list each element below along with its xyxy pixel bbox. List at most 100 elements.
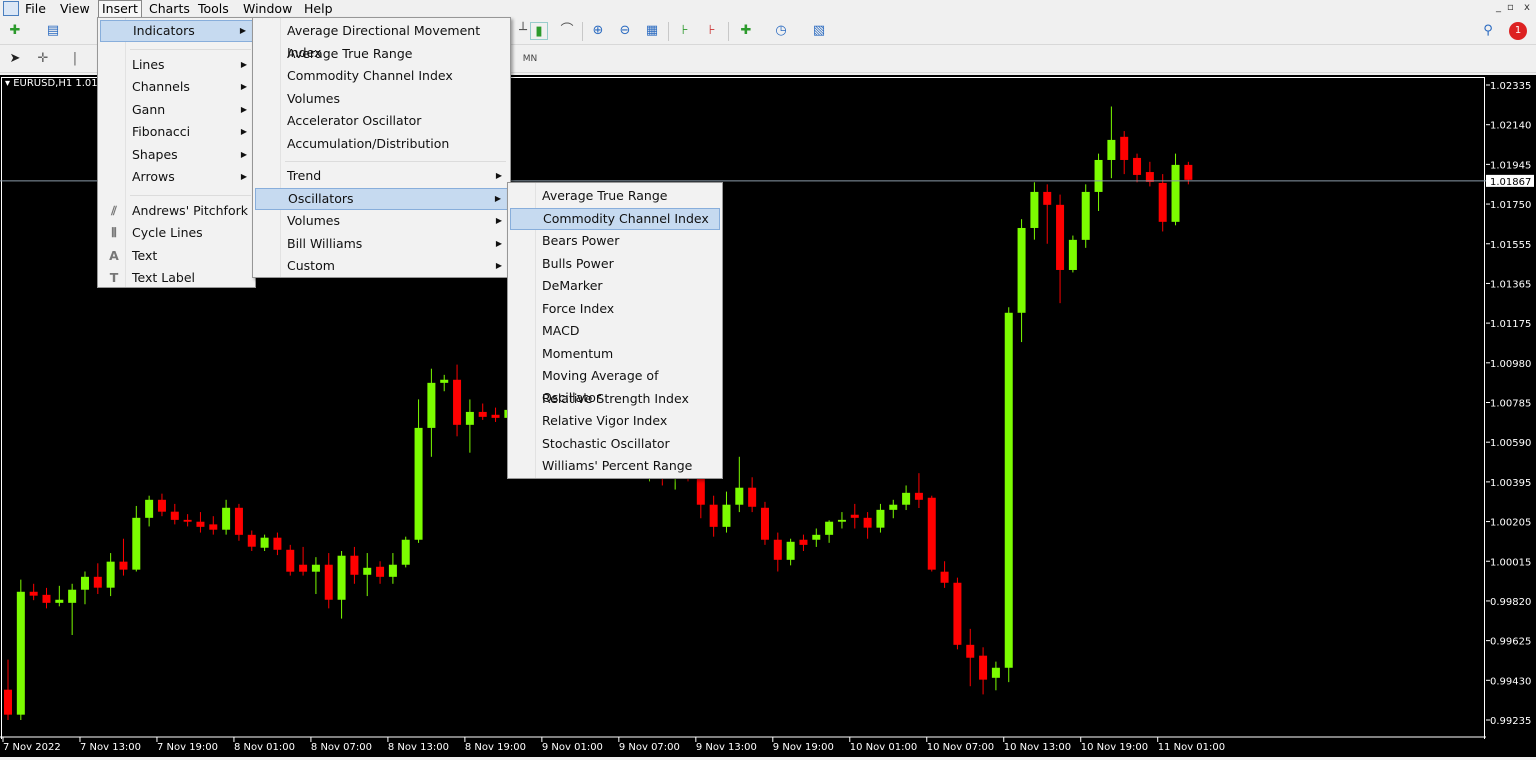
menu-item-relative-strength-index[interactable]: Relative Strength Index: [510, 388, 720, 410]
candle-body: [876, 509, 885, 528]
menu-item-indicators[interactable]: Indicators ▶: [100, 20, 253, 42]
menu-item-cycle-lines[interactable]: ⦀ Cycle Lines: [100, 222, 253, 244]
periods-icon[interactable]: ◷: [772, 22, 790, 40]
vertical-line-icon[interactable]: |: [66, 50, 84, 68]
templates-icon[interactable]: ▧: [810, 22, 828, 40]
y-tick-label: 1.01365: [1490, 279, 1531, 290]
menu-tools[interactable]: Tools: [195, 1, 232, 16]
candle-body: [748, 487, 757, 507]
tile-windows-icon[interactable]: ▦: [643, 22, 661, 40]
close-button[interactable]: x: [1524, 2, 1530, 13]
menu-item-label: Indicators: [133, 23, 195, 38]
menu-item-average-directional-movement-index[interactable]: Average Directional Movement Index: [255, 20, 508, 60]
menu-item-shapes[interactable]: Shapes ▶: [100, 144, 253, 166]
menu-item-macd[interactable]: MACD: [510, 320, 720, 342]
minimize-button[interactable]: _: [1496, 2, 1501, 13]
chart-shift-icon[interactable]: ⊦: [676, 22, 694, 40]
indicators-icon[interactable]: ✚: [737, 22, 755, 40]
menu-item-lines[interactable]: Lines ▶: [100, 54, 253, 76]
menu-item-force-index[interactable]: Force Index: [510, 298, 720, 320]
menu-item-bill-williams[interactable]: Bill Williams ▶: [255, 233, 508, 255]
menu-item-demarker[interactable]: DeMarker: [510, 275, 720, 297]
menu-item-label: Accumulation/Distribution: [287, 135, 450, 151]
candle-body: [953, 582, 962, 645]
menu-item-average-true-range[interactable]: Average True Range: [255, 43, 508, 65]
menu-item-custom[interactable]: Custom ▶: [255, 255, 508, 277]
menu-item-label: Oscillators: [288, 190, 354, 206]
menu-item-bears-power[interactable]: Bears Power: [510, 230, 720, 252]
menu-window[interactable]: Window: [240, 1, 295, 16]
chevron-right-icon: ▶: [239, 26, 246, 35]
candle-body: [55, 599, 64, 603]
menu-item-volumes[interactable]: Volumes ▶: [255, 210, 508, 232]
profiles-icon[interactable]: ▤: [44, 22, 62, 40]
menu-item-trend[interactable]: Trend ▶: [255, 165, 508, 187]
menu-item-bulls-power[interactable]: Bulls Power: [510, 253, 720, 275]
candle-body: [363, 567, 372, 575]
menu-file[interactable]: File: [22, 1, 49, 16]
search-icon[interactable]: ⚲: [1479, 22, 1497, 40]
menu-item-fibonacci[interactable]: Fibonacci ▶: [100, 121, 253, 143]
menu-item-williams-percent-range[interactable]: Williams' Percent Range: [510, 455, 720, 477]
menu-charts[interactable]: Charts: [146, 1, 193, 16]
zoom-out-icon[interactable]: ⊖: [616, 22, 634, 40]
candle-body: [157, 499, 166, 512]
new-chart-icon[interactable]: ✚: [6, 22, 24, 40]
menu-item-momentum[interactable]: Momentum: [510, 343, 720, 365]
menu-item-relative-vigor-index[interactable]: Relative Vigor Index: [510, 410, 720, 432]
autoscroll-icon[interactable]: ⊦: [703, 22, 721, 40]
menu-item-accumulation-distribution[interactable]: Accumulation/Distribution: [255, 133, 508, 155]
candlestick-icon[interactable]: ▮: [530, 22, 548, 40]
text-label-icon: T: [109, 270, 119, 285]
y-tick-label: 0.99820: [1490, 597, 1531, 608]
chart-title: ▾ EURUSD,H1 1.019: [5, 78, 105, 89]
line-chart-icon[interactable]: ⌒: [558, 22, 576, 40]
menu-separator: [285, 161, 506, 162]
menu-item-stochastic-oscillator[interactable]: Stochastic Oscillator: [510, 433, 720, 455]
menu-item-label: Williams' Percent Range: [542, 458, 693, 473]
menu-item-text[interactable]: A Text: [100, 245, 253, 267]
menu-item-channels[interactable]: Channels ▶: [100, 76, 253, 98]
candle-body: [260, 537, 269, 548]
menu-item-arrows[interactable]: Arrows ▶: [100, 166, 253, 188]
menu-item-gann[interactable]: Gann ▶: [100, 99, 253, 121]
candle-body: [68, 589, 77, 603]
candle-body: [170, 511, 179, 520]
candle-body: [735, 487, 744, 505]
candle-body: [273, 537, 282, 550]
menu-item-commodity-channel-index[interactable]: Commodity Channel Index: [255, 65, 508, 87]
menu-item-label: Commodity Channel Index: [543, 210, 709, 226]
zoom-in-icon[interactable]: ⊕: [589, 22, 607, 40]
crosshair-icon[interactable]: ✛: [34, 50, 52, 68]
y-tick-label: 1.01175: [1490, 319, 1531, 330]
menu-item-label: Text: [132, 247, 158, 263]
menu-help[interactable]: Help: [301, 1, 336, 16]
y-tick-label: 1.00980: [1490, 359, 1531, 370]
chevron-right-icon: ▶: [240, 127, 247, 136]
menu-item-label: Fibonacci: [132, 124, 191, 139]
menu-item-oscillators[interactable]: Oscillators ▶: [255, 187, 508, 210]
menu-item-moving-average-of-oscillator[interactable]: Moving Average of Oscillator: [510, 365, 720, 405]
menu-item-label: Force Index: [542, 300, 615, 316]
menu-item-volumes[interactable]: Volumes: [255, 88, 508, 110]
menu-item-average-true-range[interactable]: Average True Range: [510, 185, 720, 207]
candle-body: [299, 564, 308, 572]
menu-bar: File View Insert Charts Tools Window Hel…: [0, 0, 1536, 18]
candle-body: [940, 571, 949, 583]
restore-button[interactable]: ▫: [1507, 2, 1514, 13]
menu-view[interactable]: View: [57, 1, 93, 16]
menu-item-label: Shapes: [132, 146, 178, 162]
notification-badge[interactable]: 1: [1509, 22, 1527, 40]
menu-insert[interactable]: Insert: [98, 0, 142, 18]
menu-item-commodity-channel-index[interactable]: Commodity Channel Index: [510, 207, 720, 230]
menu-item-andrews-pitchfork[interactable]: ⫽ Andrews' Pitchfork: [100, 200, 253, 222]
menu-item-accelerator-oscillator[interactable]: Accelerator Oscillator: [255, 110, 508, 132]
candle-body: [812, 534, 821, 540]
menu-item-text-label[interactable]: T Text Label: [100, 267, 253, 289]
x-tick-label: 10 Nov 07:00: [927, 742, 994, 753]
cursor-icon[interactable]: ➤: [6, 50, 24, 68]
candle-body: [145, 499, 154, 518]
period-mn-button[interactable]: MN: [519, 50, 541, 68]
y-tick-label: 1.00395: [1490, 478, 1531, 489]
candle-body: [1158, 182, 1167, 222]
